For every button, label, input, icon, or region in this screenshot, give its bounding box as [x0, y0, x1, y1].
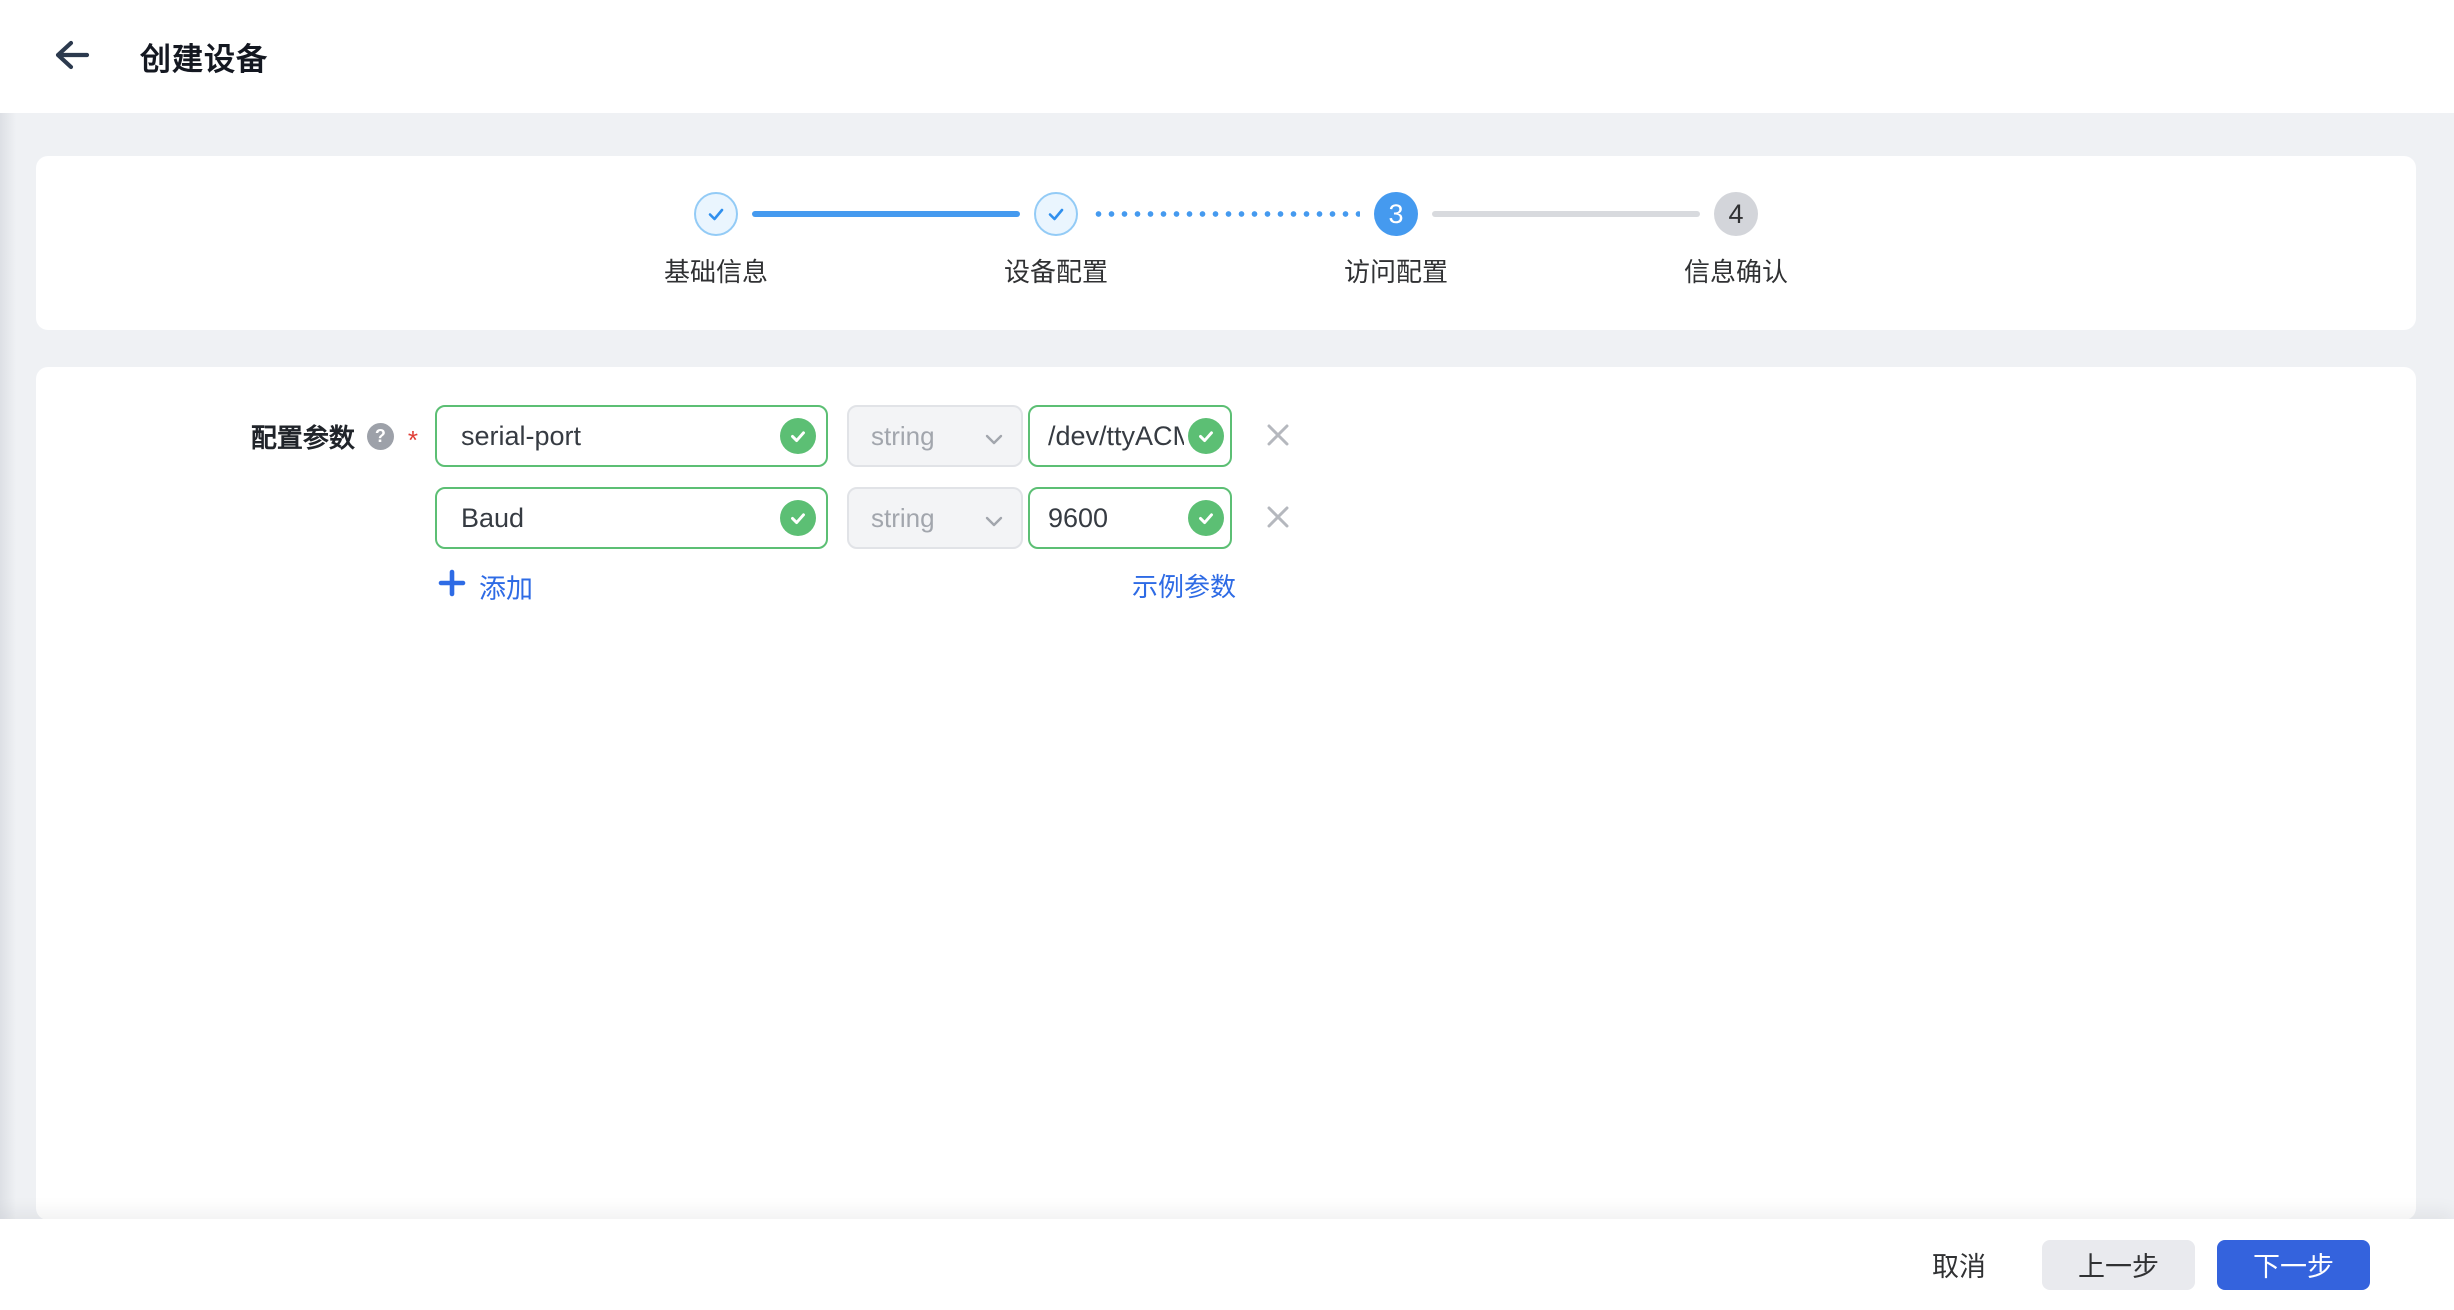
step-label: 访问配置: [1344, 252, 1448, 289]
next-step-button[interactable]: 下一步: [2217, 1240, 2370, 1290]
close-icon: [1263, 502, 1293, 535]
arrow-left-icon: [51, 38, 93, 75]
param-value-input[interactable]: [1028, 405, 1232, 467]
help-icon[interactable]: ?: [367, 423, 394, 450]
step-number-badge: 4: [1714, 192, 1758, 236]
left-edge-shadow: [0, 113, 16, 1310]
remove-param-button[interactable]: [1258, 498, 1298, 538]
page-title: 创建设备: [140, 34, 268, 79]
param-name-input[interactable]: [435, 487, 828, 549]
step-number-badge: 3: [1374, 192, 1418, 236]
cancel-button[interactable]: 取消: [1914, 1240, 2004, 1290]
param-name-field: [435, 487, 828, 549]
param-row: string: [435, 405, 1298, 467]
page-header: 创建设备: [0, 0, 2454, 113]
footer-bar: 取消 上一步 下一步: [0, 1219, 2454, 1310]
stepper: 基础信息 设备配置 3 访问配置 4 信息确认: [546, 156, 1906, 330]
config-params-label-group: 配置参数 ? *: [36, 405, 435, 467]
prev-step-button[interactable]: 上一步: [2042, 1240, 2195, 1290]
param-type-value: string: [871, 421, 935, 452]
step-done-check-icon: [1034, 192, 1078, 236]
param-row: string: [435, 487, 1298, 549]
step-basic-info: 基础信息: [546, 156, 886, 330]
param-name-input[interactable]: [435, 405, 828, 467]
step-done-check-icon: [694, 192, 738, 236]
param-actions-row: 添加 示例参数: [36, 567, 2416, 607]
param-value-input[interactable]: [1028, 487, 1232, 549]
stepper-card: 基础信息 设备配置 3 访问配置 4 信息确认: [36, 156, 2416, 330]
step-device-config: 设备配置: [886, 156, 1226, 330]
step-label: 基础信息: [664, 252, 768, 289]
step-info-confirm: 4 信息确认: [1566, 156, 1906, 330]
param-type-value: string: [871, 503, 935, 534]
step-label: 设备配置: [1004, 252, 1108, 289]
required-marker: *: [408, 417, 418, 456]
config-params-label: 配置参数: [251, 418, 355, 455]
remove-param-button[interactable]: [1258, 416, 1298, 456]
config-form-card: 配置参数 ? * string: [36, 367, 2416, 1220]
close-icon: [1263, 420, 1293, 453]
chevron-down-icon: [985, 421, 1003, 452]
param-type-select[interactable]: string: [847, 487, 1023, 549]
chevron-down-icon: [985, 503, 1003, 534]
param-type-select[interactable]: string: [847, 405, 1023, 467]
add-param-label: 添加: [479, 567, 533, 606]
example-params-link[interactable]: 示例参数: [1132, 567, 1236, 604]
step-label: 信息确认: [1684, 252, 1788, 289]
add-param-button[interactable]: 添加: [438, 567, 533, 606]
param-value-field: [1028, 405, 1232, 467]
plus-icon: [438, 569, 466, 604]
param-value-field: [1028, 487, 1232, 549]
back-button[interactable]: [44, 29, 100, 85]
step-access-config: 3 访问配置: [1226, 156, 1566, 330]
param-name-field: [435, 405, 828, 467]
